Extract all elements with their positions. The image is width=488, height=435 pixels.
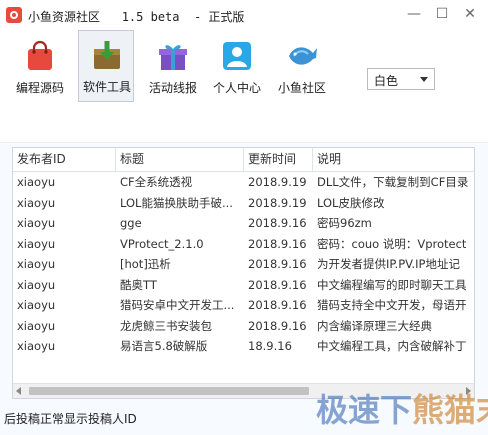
cell-description: 猎码支持全中文开发，母语开	[317, 298, 467, 312]
cell-title: LOL能猫换肤助手破...	[120, 195, 233, 210]
theme-select-value: 白色	[374, 74, 399, 88]
table-row[interactable]: xiaoyu 猎码安卓中文开发工... 2018.9.16 猎码支持全中文开发，…	[13, 295, 474, 316]
chevron-down-icon	[420, 77, 428, 82]
user-profile-icon	[223, 42, 251, 70]
cell-description: 中文编程编写的即时聊天工具	[317, 277, 467, 292]
close-button[interactable]: ✕	[456, 2, 484, 26]
cell-publisher: xiaoyu	[17, 298, 56, 312]
cell-description: 内含编译原理三大经典	[317, 318, 432, 333]
app-window: 小鱼资源社区 1.5 beta - 正式版 — ☐ ✕ 编程源码 软件工具 活动…	[0, 0, 488, 435]
download-box-icon	[94, 41, 120, 69]
cell-date: 2018.9.16	[248, 216, 307, 230]
cell-publisher: xiaoyu	[17, 257, 56, 271]
maximize-button[interactable]: ☐	[428, 2, 456, 26]
toolbar: 编程源码 软件工具 活动线报 个人中心 小鱼社区 白色	[0, 30, 488, 143]
toolbar-item-activity-news[interactable]: 活动线报	[145, 32, 201, 102]
column-header-title[interactable]: 标题	[116, 148, 244, 171]
column-header-description[interactable]: 说明	[313, 148, 474, 171]
cell-description: DLL文件，下载复制到CF目录	[317, 175, 469, 189]
cell-date: 2018.9.19	[248, 195, 307, 210]
theme-select[interactable]: 白色	[367, 68, 435, 90]
toolbar-item-software-tools[interactable]: 软件工具	[78, 30, 134, 102]
fish-icon	[289, 47, 317, 65]
table-row[interactable]: xiaoyu CF全系统透视 2018.9.19 DLL文件，下载复制到CF目录	[13, 172, 474, 193]
table-row[interactable]: xiaoyu 易语言5.8破解版 18.9.16 中文编程工具，内含破解补丁	[13, 336, 474, 357]
title-bar: 小鱼资源社区 1.5 beta - 正式版 — ☐ ✕	[0, 0, 488, 30]
toolbar-item-source-code[interactable]: 编程源码	[12, 32, 68, 102]
cell-date: 2018.9.16	[248, 277, 307, 292]
table-row[interactable]: xiaoyu gge 2018.9.16 密码96zm	[13, 213, 474, 234]
cell-title: 酷奥TT	[120, 277, 157, 292]
scroll-left-icon[interactable]	[16, 387, 21, 395]
cell-title: [hot]迅析	[120, 257, 171, 271]
window-title: 小鱼资源社区 1.5 beta - 正式版	[28, 8, 244, 25]
cell-description: 中文编程工具，内含破解补丁	[317, 339, 467, 353]
table-row[interactable]: xiaoyu [hot]迅析 2018.9.16 为开发者提供IP.PV.IP地…	[13, 254, 474, 275]
cell-publisher: xiaoyu	[17, 339, 56, 353]
shopping-bag-icon	[28, 40, 52, 70]
cell-description: 为开发者提供IP.PV.IP地址记	[317, 257, 460, 271]
watermark-main: 极速下	[316, 391, 413, 429]
cell-date: 2018.9.16	[248, 236, 307, 251]
toolbar-item-fish-community[interactable]: 小鱼社区	[274, 32, 330, 102]
cell-publisher: xiaoyu	[17, 216, 56, 230]
minimize-button[interactable]: —	[400, 2, 428, 26]
table-body: xiaoyu CF全系统透视 2018.9.19 DLL文件，下载复制到CF目录…	[13, 172, 474, 357]
window-edition: 正式版	[208, 10, 245, 24]
table-row[interactable]: xiaoyu 酷奥TT 2018.9.16 中文编程编写的即时聊天工具	[13, 275, 474, 296]
watermark: 极速下熊猫末	[316, 385, 488, 431]
cell-date: 2018.9.19	[248, 175, 307, 189]
app-logo-icon	[6, 7, 22, 23]
table-row[interactable]: xiaoyu 龙虎鲸三书安装包 2018.9.16 内含编译原理三大经典	[13, 316, 474, 337]
toolbar-label-software-tools: 软件工具	[82, 80, 131, 94]
column-header-publisher-id[interactable]: 发布者ID	[13, 148, 116, 171]
column-header-update-time[interactable]: 更新时间	[244, 148, 313, 171]
table-row[interactable]: xiaoyu LOL能猫换肤助手破... 2018.9.19 LOL皮肤修改	[13, 193, 474, 214]
cell-title: gge	[120, 216, 142, 230]
cell-publisher: xiaoyu	[17, 318, 56, 333]
cell-date: 2018.9.16	[248, 257, 307, 271]
cell-title: VProtect_2.1.0	[120, 236, 204, 251]
window-title-name: 小鱼资源社区	[28, 10, 101, 24]
toolbar-label-source-code: 编程源码	[15, 81, 64, 95]
scrollbar-thumb[interactable]	[29, 387, 309, 395]
cell-description: 密码96zm	[317, 216, 372, 230]
cell-title: 龙虎鲸三书安装包	[120, 318, 212, 333]
cell-description: 密码：couo 说明：Vprotect	[317, 236, 467, 251]
post-table: 发布者ID 标题 更新时间 说明 xiaoyu CF全系统透视 2018.9.1…	[12, 147, 475, 399]
toolbar-label-fish-community: 小鱼社区	[277, 81, 326, 95]
gift-box-icon	[159, 45, 187, 70]
table-row[interactable]: xiaoyu VProtect_2.1.0 2018.9.16 密码：couo …	[13, 234, 474, 255]
cell-publisher: xiaoyu	[17, 195, 56, 210]
toolbar-item-personal-center[interactable]: 个人中心	[209, 32, 265, 102]
cell-date: 18.9.16	[248, 339, 292, 353]
cell-publisher: xiaoyu	[17, 236, 56, 251]
cell-date: 2018.9.16	[248, 318, 307, 333]
cell-title: 猎码安卓中文开发工...	[120, 298, 235, 312]
table-header: 发布者ID 标题 更新时间 说明	[13, 148, 474, 172]
window-version: 1.5 beta	[121, 10, 180, 24]
cell-publisher: xiaoyu	[17, 175, 56, 189]
cell-publisher: xiaoyu	[17, 277, 56, 292]
cell-date: 2018.9.16	[248, 298, 307, 312]
watermark-accent: 熊猫末	[412, 391, 488, 429]
cell-description: LOL皮肤修改	[317, 195, 385, 210]
status-text: 后投稿正常显示投稿人ID	[4, 412, 137, 426]
cell-title: CF全系统透视	[120, 175, 193, 189]
window-edition-sep: -	[193, 10, 202, 24]
cell-title: 易语言5.8破解版	[120, 339, 208, 353]
